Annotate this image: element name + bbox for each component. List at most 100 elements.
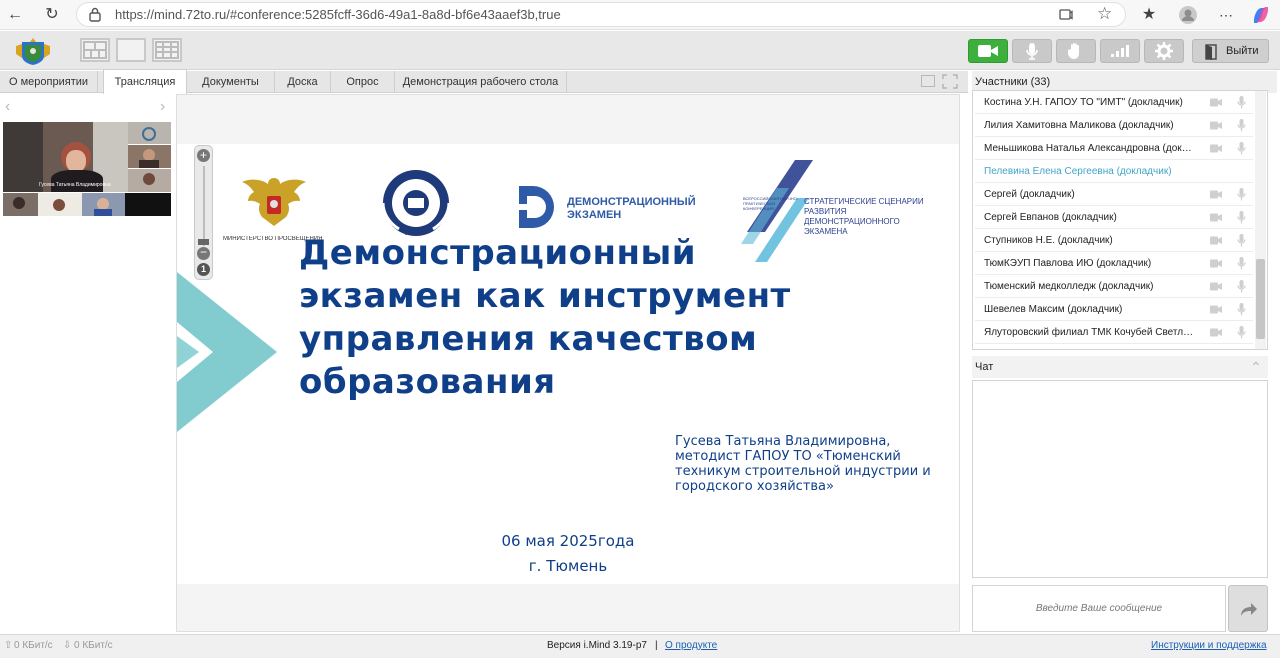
participants-scrollbar[interactable]	[1255, 91, 1266, 349]
participant-video-tile[interactable]	[38, 193, 82, 216]
tab-broadcast[interactable]: Трансляция	[103, 69, 187, 94]
participant-name: ТюмКЭУП Павлова ИЮ (докладчик)	[984, 258, 1152, 269]
speaker-video[interactable]: Гусева Татьяна Владимировна	[3, 122, 128, 192]
star-icon[interactable]: ☆	[1097, 4, 1112, 24]
participant-row[interactable]: Ступников Н.Е. (докладчик)	[975, 229, 1253, 252]
camera-toggle-button[interactable]	[968, 39, 1008, 63]
settings-button[interactable]	[1144, 39, 1184, 63]
chat-input[interactable]: Введите Ваше сообщение	[972, 585, 1226, 632]
layout-grid-button[interactable]	[80, 38, 110, 62]
participant-camera-icon[interactable]	[1210, 282, 1222, 291]
participant-camera-icon[interactable]	[1210, 98, 1222, 107]
tab-whiteboard[interactable]: Доска	[275, 71, 331, 93]
participant-camera-icon[interactable]	[1210, 213, 1222, 222]
cast-icon[interactable]	[1059, 9, 1073, 21]
participant-row[interactable]: Лилия Хамитовна Маликова (докладчик)	[975, 114, 1253, 137]
participant-microphone-icon[interactable]	[1237, 234, 1246, 247]
participant-video-tile[interactable]	[128, 145, 171, 168]
window-mode-icon[interactable]	[921, 75, 935, 87]
slide-author-block: Гусева Татьяна Владимировна, методист ГА…	[675, 434, 955, 494]
participant-camera-icon[interactable]	[1210, 236, 1222, 245]
participant-microphone-icon[interactable]	[1237, 142, 1246, 155]
send-button[interactable]	[1228, 585, 1268, 632]
profile-avatar[interactable]	[1178, 5, 1198, 25]
address-bar[interactable]: https://mind.72to.ru/#conference:5285fcf…	[76, 2, 1126, 27]
slide-city: г. Тюмень	[528, 557, 608, 575]
chevron-left-icon[interactable]: ‹	[5, 98, 10, 116]
participant-row[interactable]: Шевелев Максим (докладчик)	[975, 298, 1253, 321]
participant-camera-icon[interactable]	[1210, 190, 1222, 199]
layout-single-button[interactable]	[116, 38, 146, 62]
chevron-right-icon[interactable]: ›	[160, 98, 165, 116]
favorites-icon[interactable]: ★	[1139, 5, 1159, 25]
microphone-toggle-button[interactable]	[1012, 39, 1052, 63]
participant-row[interactable]: Пелевина Елена Сергеевна (докладчик)	[975, 160, 1253, 183]
participant-microphone-icon[interactable]	[1237, 188, 1246, 201]
connection-quality-button[interactable]	[1100, 39, 1140, 63]
slide-author-position: городского хозяйства»	[675, 479, 834, 494]
copilot-icon[interactable]	[1251, 5, 1271, 25]
participant-microphone-icon[interactable]	[1237, 211, 1246, 224]
participant-name: Лилия Хамитовна Маликова (докладчик)	[984, 120, 1174, 131]
zoom-in-icon[interactable]: +	[197, 149, 210, 162]
slide-title-line: образования	[299, 362, 556, 402]
hand-icon	[1068, 43, 1079, 59]
more-menu-icon[interactable]: ⋯	[1216, 5, 1236, 25]
participant-microphone-icon[interactable]	[1237, 119, 1246, 132]
conference-logo-subtitle: ВСЕРОССИЙСКАЯ НАУЧНО-ПРАКТИЧЕСКАЯ КОНФЕР…	[743, 196, 799, 211]
tab-poll[interactable]: Опрос	[331, 71, 395, 93]
participant-camera-icon[interactable]	[1210, 144, 1222, 153]
exit-button[interactable]: Выйти	[1192, 39, 1269, 63]
participant-name: Сергей (докладчик)	[984, 189, 1075, 200]
zoom-out-icon[interactable]: −	[197, 246, 210, 260]
version-text: Версия i.Mind 3.19-p7	[547, 640, 647, 651]
participant-name: Ступников Н.Е. (докладчик)	[984, 235, 1113, 246]
demo-exam-logo	[519, 186, 554, 228]
participant-video-tile[interactable]	[82, 193, 125, 216]
participant-row[interactable]: Костина У.Н. ГАПОУ ТО "ИМТ" (докладчик)	[975, 91, 1253, 114]
demo-exam-logo-text: ДЕМОНСТРАЦИОННЫЙ ЭКЗАМЕН	[567, 196, 696, 221]
tab-screen-share[interactable]: Демонстрация рабочего стола	[395, 71, 567, 93]
participant-microphone-icon[interactable]	[1237, 96, 1246, 109]
participant-row[interactable]: ТюмКЭУП Павлова ИЮ (докладчик)	[975, 252, 1253, 275]
participant-microphone-icon[interactable]	[1237, 303, 1246, 316]
layout-tiles-button[interactable]	[152, 38, 182, 62]
participant-microphone-icon[interactable]	[1237, 257, 1246, 270]
chat-messages	[972, 380, 1268, 578]
participant-name: Пелевина Елена Сергеевна (докладчик)	[984, 166, 1172, 177]
browser-chrome: ← ↻ https://mind.72to.ru/#conference:528…	[0, 0, 1280, 30]
participant-row[interactable]: Сергей (докладчик)	[975, 183, 1253, 206]
participant-row[interactable]: Меньшикова Наталья Александровна (доклад…	[975, 137, 1253, 160]
zoom-slider[interactable]	[203, 166, 205, 246]
participant-camera-icon[interactable]	[1210, 121, 1222, 130]
raise-hand-button[interactable]	[1056, 39, 1096, 63]
tab-documents[interactable]: Документы	[187, 71, 275, 93]
participant-camera-icon[interactable]	[1210, 259, 1222, 268]
participant-camera-icon[interactable]	[1210, 328, 1222, 337]
participant-microphone-icon[interactable]	[1237, 280, 1246, 293]
participant-microphone-icon[interactable]	[1237, 326, 1246, 339]
participant-row[interactable]: Тюменский медколледж (докладчик)	[975, 275, 1253, 298]
tab-about-event[interactable]: О мероприятии	[0, 71, 98, 93]
fullscreen-icon[interactable]	[942, 74, 958, 89]
scrollbar-thumb[interactable]	[1256, 259, 1265, 339]
about-product-link[interactable]: О продукте	[665, 635, 717, 657]
collapse-chevron-icon[interactable]: ⌃	[1250, 356, 1262, 378]
participant-row[interactable]: Сергей Евпанов (докладчик)	[975, 206, 1253, 229]
zoom-reset-icon[interactable]: 1	[197, 263, 210, 276]
participant-row[interactable]: Ялуторовский филиал ТМК Кочубей Светлана…	[975, 321, 1253, 344]
status-bar: ⇧ 0 КБит/с ⇩ 0 КБит/с Версия i.Mind 3.19…	[0, 634, 1280, 658]
participant-video-tile[interactable]	[125, 193, 171, 216]
reload-icon[interactable]: ↻	[42, 5, 62, 25]
lock-icon[interactable]	[89, 7, 101, 22]
participant-video-tile[interactable]	[128, 122, 171, 144]
participant-video-tile[interactable]	[128, 169, 171, 192]
back-icon[interactable]: ←	[5, 5, 25, 25]
exit-button-label: Выйти	[1226, 45, 1259, 57]
slide-date: 06 мая 2025года	[501, 532, 635, 550]
url-text[interactable]: https://mind.72to.ru/#conference:5285fcf…	[115, 7, 561, 22]
participant-name: Костина У.Н. ГАПОУ ТО "ИМТ" (докладчик)	[984, 97, 1183, 108]
participant-video-tile[interactable]	[3, 193, 38, 216]
help-link[interactable]: Инструкции и поддержка	[1151, 635, 1267, 657]
participant-camera-icon[interactable]	[1210, 305, 1222, 314]
